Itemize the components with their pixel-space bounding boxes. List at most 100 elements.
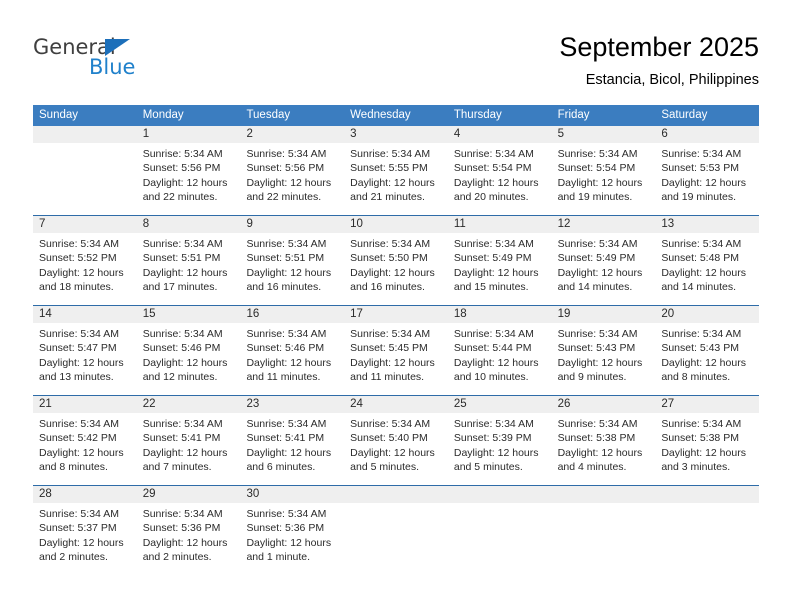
day-number[interactable]: 11: [448, 216, 552, 233]
day-daylight1-text: Daylight: 12 hours: [39, 266, 124, 279]
calendar-grid: Sunday Monday Tuesday Wednesday Thursday Frid…: [33, 105, 759, 575]
day-number[interactable]: 23: [240, 396, 344, 413]
day-cell[interactable]: Sunrise: 5:34 AM Sunset: 5:49 PM Daylight:…: [448, 233, 552, 305]
day-cell[interactable]: Sunrise: 5:34 AM Sunset: 5:56 PM Daylight:…: [137, 143, 241, 215]
day-number[interactable]: 3: [344, 126, 448, 143]
day-number[interactable]: 9: [240, 216, 344, 233]
day-number[interactable]: 1: [137, 126, 241, 143]
day-number[interactable]: 10: [344, 216, 448, 233]
day-daylight1-text: Daylight: 12 hours: [39, 536, 124, 549]
day-daylight1-text: Daylight: 12 hours: [39, 446, 124, 459]
day-cell[interactable]: Sunrise: 5:34 AM Sunset: 5:40 PM Daylight:…: [344, 413, 448, 485]
day-sunset-text: Sunset: 5:44 PM: [453, 342, 532, 355]
day-cell[interactable]: Sunrise: 5:34 AM Sunset: 5:37 PM Daylight:…: [33, 503, 137, 575]
day-number[interactable]: 25: [448, 396, 552, 413]
day-sunset-text: Sunset: 5:54 PM: [557, 162, 636, 175]
day-sunrise-text: Sunrise: 5:34 AM: [557, 328, 638, 340]
day-number[interactable]: 24: [344, 396, 448, 413]
day-daylight2-text: and 16 minutes.: [246, 281, 322, 294]
day-daylight2-text: and 9 minutes.: [557, 371, 627, 384]
day-number[interactable]: 5: [552, 126, 656, 143]
day-daylight2-text: and 21 minutes.: [350, 191, 425, 204]
day-number[interactable]: 18: [448, 306, 552, 323]
day-cell[interactable]: Sunrise: 5:34 AM Sunset: 5:55 PM Daylight:…: [344, 143, 448, 215]
day-cell[interactable]: Sunrise: 5:34 AM Sunset: 5:49 PM Daylight:…: [552, 233, 656, 305]
day-cell[interactable]: Sunrise: 5:34 AM Sunset: 5:51 PM Daylight:…: [137, 233, 241, 305]
generalblue-logo[interactable]: General Blue: [33, 36, 233, 82]
day-number[interactable]: 27: [655, 396, 759, 413]
day-number[interactable]: 12: [552, 216, 656, 233]
day-number[interactable]: 6: [655, 126, 759, 143]
week-day-numbers: 28 29 30: [33, 486, 759, 503]
day-sunset-text: Sunset: 5:40 PM: [350, 432, 428, 445]
day-number[interactable]: [552, 486, 656, 503]
day-cell[interactable]: Sunrise: 5:34 AM Sunset: 5:52 PM Daylight:…: [33, 233, 137, 305]
day-cell[interactable]: Sunrise: 5:34 AM Sunset: 5:41 PM Daylight:…: [240, 413, 344, 485]
day-cell[interactable]: Sunrise: 5:34 AM Sunset: 5:44 PM Daylight:…: [448, 323, 552, 395]
day-cell[interactable]: Sunrise: 5:34 AM Sunset: 5:42 PM Daylight:…: [33, 413, 137, 485]
day-sunrise-text: Sunrise: 5:34 AM: [246, 418, 327, 430]
day-daylight1-text: Daylight: 12 hours: [142, 446, 228, 459]
day-cell[interactable]: Sunrise: 5:34 AM Sunset: 5:54 PM Daylight:…: [552, 143, 656, 215]
day-cell[interactable]: Sunrise: 5:34 AM Sunset: 5:41 PM Daylight:…: [137, 413, 241, 485]
day-cell[interactable]: Sunrise: 5:34 AM Sunset: 5:39 PM Daylight:…: [448, 413, 552, 485]
day-cell[interactable]: Sunrise: 5:34 AM Sunset: 5:46 PM Daylight:…: [240, 323, 344, 395]
day-number[interactable]: 2: [240, 126, 344, 143]
day-daylight2-text: and 2 minutes.: [142, 551, 212, 564]
day-number[interactable]: 7: [33, 216, 137, 233]
day-sunset-text: Sunset: 5:46 PM: [142, 342, 221, 355]
day-cell[interactable]: Sunrise: 5:34 AM Sunset: 5:53 PM Daylight:…: [655, 143, 759, 215]
day-cell[interactable]: Sunrise: 5:34 AM Sunset: 5:36 PM Daylight:…: [137, 503, 241, 575]
day-number[interactable]: 21: [33, 396, 137, 413]
day-daylight2-text: and 14 minutes.: [557, 281, 633, 294]
day-daylight1-text: Daylight: 12 hours: [246, 446, 332, 459]
day-cell[interactable]: Sunrise: 5:34 AM Sunset: 5:51 PM Daylight:…: [240, 233, 344, 305]
day-daylight2-text: and 22 minutes.: [246, 191, 322, 204]
location-subtitle: Estancia, Bicol, Philippines: [585, 72, 759, 88]
day-number[interactable]: 4: [448, 126, 552, 143]
day-sunset-text: Sunset: 5:49 PM: [557, 252, 636, 265]
day-number[interactable]: [655, 486, 759, 503]
day-number[interactable]: 8: [137, 216, 241, 233]
day-number[interactable]: 26: [552, 396, 656, 413]
day-sunrise-text: Sunrise: 5:34 AM: [246, 148, 327, 160]
weekday-header-tuesday: Tuesday: [246, 109, 291, 121]
day-number[interactable]: 22: [137, 396, 241, 413]
day-number[interactable]: 16: [240, 306, 344, 323]
weekday-header-wednesday: Wednesday: [350, 109, 411, 121]
day-daylight2-text: and 1 minute.: [246, 551, 311, 564]
day-cell[interactable]: Sunrise: 5:34 AM Sunset: 5:43 PM Daylight:…: [552, 323, 656, 395]
day-cell[interactable]: Sunrise: 5:34 AM Sunset: 5:54 PM Daylight:…: [448, 143, 552, 215]
day-sunset-text: Sunset: 5:49 PM: [453, 252, 532, 265]
day-cell[interactable]: Sunrise: 5:34 AM Sunset: 5:47 PM Daylight:…: [33, 323, 137, 395]
day-number[interactable]: 19: [552, 306, 656, 323]
day-sunrise-text: Sunrise: 5:34 AM: [350, 418, 431, 430]
day-number[interactable]: [344, 486, 448, 503]
day-cell[interactable]: Sunrise: 5:34 AM Sunset: 5:50 PM Daylight:…: [344, 233, 448, 305]
day-number[interactable]: 15: [137, 306, 241, 323]
day-number[interactable]: 30: [240, 486, 344, 503]
day-sunset-text: Sunset: 5:43 PM: [557, 342, 636, 355]
day-number[interactable]: 20: [655, 306, 759, 323]
day-cell[interactable]: Sunrise: 5:34 AM Sunset: 5:36 PM Daylight:…: [240, 503, 344, 575]
day-number[interactable]: [448, 486, 552, 503]
day-number[interactable]: 29: [137, 486, 241, 503]
day-sunrise-text: Sunrise: 5:34 AM: [142, 508, 223, 520]
day-cell[interactable]: Sunrise: 5:34 AM Sunset: 5:43 PM Daylight:…: [655, 323, 759, 395]
day-cell[interactable]: Sunrise: 5:34 AM Sunset: 5:46 PM Daylight:…: [137, 323, 241, 395]
day-sunrise-text: Sunrise: 5:34 AM: [350, 148, 431, 160]
day-cell[interactable]: Sunrise: 5:34 AM Sunset: 5:48 PM Daylight:…: [655, 233, 759, 305]
day-cell[interactable]: Sunrise: 5:34 AM Sunset: 5:56 PM Daylight:…: [240, 143, 344, 215]
day-daylight2-text: and 16 minutes.: [350, 281, 425, 294]
day-daylight2-text: and 2 minutes.: [39, 551, 108, 564]
day-daylight2-text: and 17 minutes.: [142, 281, 218, 294]
day-number[interactable]: 28: [33, 486, 137, 503]
day-cell[interactable]: Sunrise: 5:34 AM Sunset: 5:38 PM Daylight:…: [655, 413, 759, 485]
day-number[interactable]: [33, 126, 137, 143]
day-number[interactable]: 13: [655, 216, 759, 233]
day-cell[interactable]: Sunrise: 5:34 AM Sunset: 5:38 PM Daylight:…: [552, 413, 656, 485]
day-sunset-text: Sunset: 5:43 PM: [661, 342, 739, 355]
day-cell[interactable]: Sunrise: 5:34 AM Sunset: 5:45 PM Daylight:…: [344, 323, 448, 395]
day-number[interactable]: 17: [344, 306, 448, 323]
day-number[interactable]: 14: [33, 306, 137, 323]
